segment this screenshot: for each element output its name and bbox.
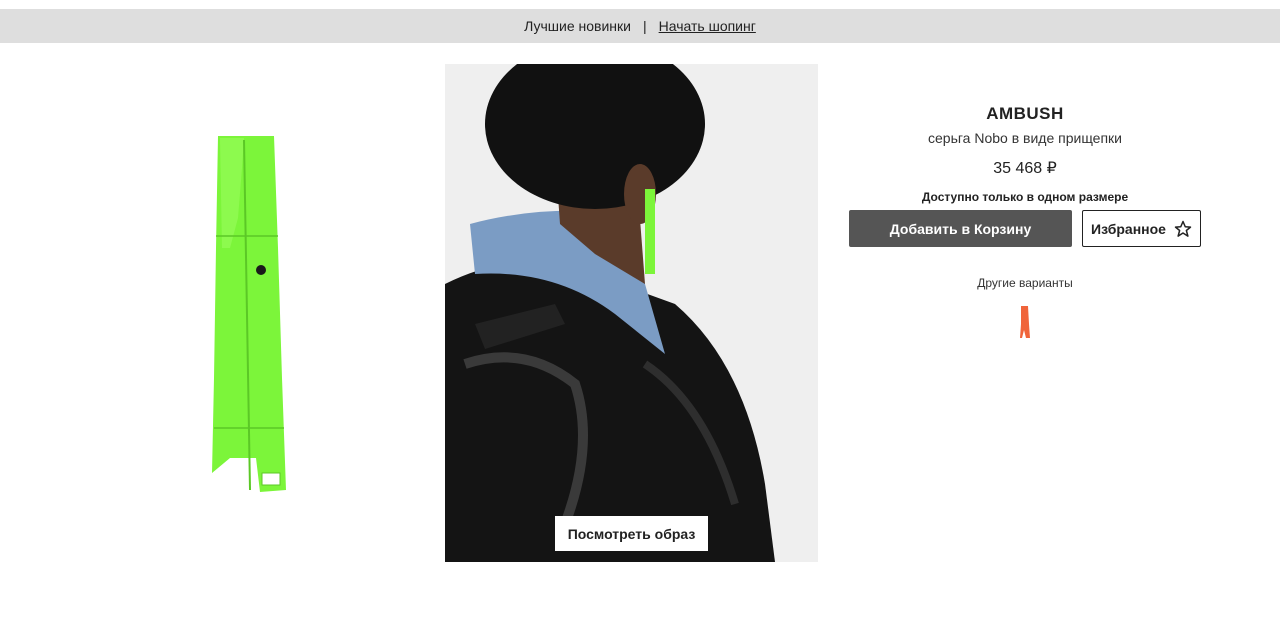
wishlist-label: Избранное xyxy=(1091,220,1166,237)
promo-separator: | xyxy=(642,18,647,34)
add-to-cart-button[interactable]: Добавить в Корзину xyxy=(849,210,1072,247)
promo-text: Лучшие новинки xyxy=(524,18,631,34)
star-outline-icon xyxy=(1174,220,1192,238)
product-name: серьга Nobo в виде прищепки xyxy=(928,130,1122,146)
product-info: AMBUSH серьга Nobo в виде прищепки 35 46… xyxy=(849,104,1201,204)
product-actions: Добавить в Корзину Избранное xyxy=(849,210,1201,247)
size-availability-note: Доступно только в одном размере xyxy=(921,190,1129,204)
other-variants-label: Другие варианты xyxy=(977,276,1073,290)
product-thumbnail-image[interactable] xyxy=(200,128,300,498)
promo-bar: Лучшие новинки | Начать шопинг xyxy=(0,9,1280,43)
view-look-button[interactable]: Посмотреть образ xyxy=(555,516,708,551)
add-to-wishlist-button[interactable]: Избранное xyxy=(1082,210,1201,247)
model-photo xyxy=(445,64,818,562)
brand-name[interactable]: AMBUSH xyxy=(849,104,1201,124)
clothespin-graphic xyxy=(212,136,286,492)
start-shopping-link[interactable]: Начать шопинг xyxy=(659,18,756,34)
product-price: 35 468 ₽ xyxy=(993,160,1057,177)
variant-thumbnail-orange[interactable] xyxy=(1015,304,1035,340)
product-main-image[interactable] xyxy=(445,64,818,562)
